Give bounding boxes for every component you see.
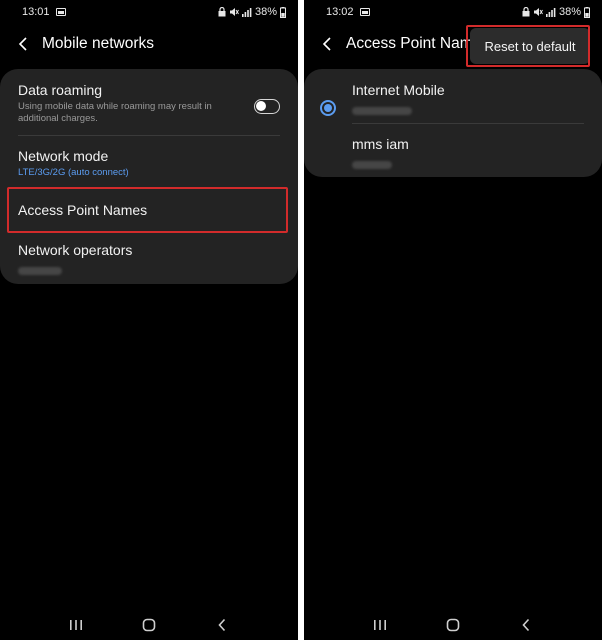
network-mode-item[interactable]: Network mode LTE/3G/2G (auto connect)	[18, 147, 280, 181]
network-mode-title: Network mode	[18, 148, 109, 164]
access-point-names-screen: 13:02 38% Access Point Nam Reset to defa…	[304, 0, 602, 640]
status-time: 13:02	[326, 6, 354, 18]
apn-item[interactable]: mms iam	[304, 135, 584, 171]
status-indicators: 38%	[522, 6, 590, 18]
settings-card: Data roaming Using mobile data while roa…	[0, 69, 298, 284]
battery-percent: 38%	[254, 6, 277, 18]
status-time: 13:01	[22, 6, 50, 18]
network-operators-value-redacted	[18, 262, 280, 280]
lock-icon	[218, 7, 226, 17]
home-icon	[142, 618, 156, 632]
status-bar: 13:02 38%	[304, 0, 602, 24]
divider	[352, 123, 584, 124]
data-roaming-toggle[interactable]	[254, 99, 280, 114]
network-mode-value: LTE/3G/2G (auto connect)	[18, 167, 129, 178]
status-bar: 13:01 38%	[0, 0, 298, 24]
recents-icon	[70, 620, 83, 630]
back-button[interactable]	[310, 28, 346, 60]
signal-icon	[545, 8, 556, 17]
apn-radio-selected[interactable]	[320, 100, 336, 116]
mute-icon	[229, 8, 239, 16]
page-title: Access Point Nam	[346, 35, 473, 52]
app-bar: Mobile networks	[0, 28, 298, 60]
back-arrow-icon	[322, 37, 331, 51]
signal-icon	[241, 8, 252, 17]
gallery-icon	[359, 8, 370, 16]
data-roaming-item[interactable]: Data roaming Using mobile data while roa…	[18, 81, 280, 127]
recents-icon	[374, 620, 387, 630]
apn-name: mms iam	[352, 136, 409, 152]
divider	[18, 135, 280, 136]
mute-icon	[533, 8, 543, 16]
home-button[interactable]	[134, 613, 164, 637]
apn-detail-redacted	[352, 156, 584, 174]
apn-item[interactable]: Internet Mobile	[304, 81, 584, 117]
apn-list-card: Internet Mobile mms iam	[304, 69, 602, 177]
access-point-names-highlight	[7, 187, 288, 233]
back-arrow-icon	[18, 37, 27, 51]
data-roaming-subtitle: Using mobile data while roaming may resu…	[18, 101, 212, 124]
apn-name: Internet Mobile	[352, 82, 445, 98]
network-operators-item[interactable]: Network operators	[18, 241, 280, 275]
apn-detail-redacted	[352, 102, 584, 120]
status-indicators: 38%	[218, 6, 286, 18]
reset-to-default-highlight	[466, 25, 590, 67]
recents-button[interactable]	[365, 613, 395, 637]
navigation-bar	[304, 610, 602, 640]
battery-percent: 38%	[558, 6, 581, 18]
back-button[interactable]	[6, 28, 42, 60]
mobile-networks-screen: 13:01 38% Mobile networks Data roaming U…	[0, 0, 298, 640]
home-button[interactable]	[438, 613, 468, 637]
gallery-icon	[55, 8, 66, 16]
navigation-bar	[0, 610, 298, 640]
battery-icon	[280, 6, 286, 18]
redacted-text	[352, 107, 412, 115]
nav-back-button[interactable]	[207, 613, 237, 637]
nav-back-button[interactable]	[511, 613, 541, 637]
page-title: Mobile networks	[42, 35, 154, 52]
nav-back-icon	[522, 618, 529, 632]
battery-icon	[584, 6, 590, 18]
redacted-text	[18, 267, 62, 275]
toggle-knob	[256, 101, 266, 111]
redacted-text	[352, 161, 392, 169]
data-roaming-title: Data roaming	[18, 82, 103, 98]
home-icon	[446, 618, 460, 632]
network-operators-title: Network operators	[18, 242, 133, 258]
lock-icon	[522, 7, 530, 17]
nav-back-icon	[218, 618, 225, 632]
recents-button[interactable]	[61, 613, 91, 637]
